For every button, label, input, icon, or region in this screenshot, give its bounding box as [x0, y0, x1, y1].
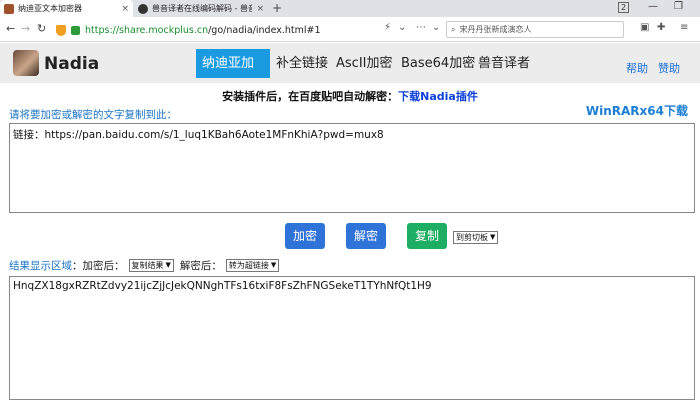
shield-icon	[56, 24, 66, 36]
puzzle-icon[interactable]: ✚	[657, 22, 665, 33]
after-encrypt-label: ：加密后：	[72, 259, 125, 272]
after-encrypt-select[interactable]: 复制结果 ▼	[128, 258, 174, 272]
new-tab-button[interactable]: +	[272, 1, 282, 15]
nav-tab-complete-link[interactable]: 补全链接	[270, 49, 334, 78]
close-tab-icon[interactable]: ×	[256, 4, 264, 14]
tab-title: 纳迪亚文本加密器	[18, 4, 82, 13]
nav-tab-ascii-encrypt[interactable]: AscII加密	[330, 49, 398, 78]
result-output[interactable]: HnqZX18gxRZRtZdvy21ijcZjJcJekQNNghTFs16t…	[9, 276, 695, 400]
back-icon[interactable]: ←	[6, 22, 15, 35]
tab-title: 兽音译者在线编码解码 - 兽音…	[152, 4, 253, 13]
url-field[interactable]: https://share.mockplus.cn /go/nadia/inde…	[56, 22, 424, 38]
lightning-icon[interactable]: ⚡	[384, 22, 391, 33]
copy-target-value: 到剪切板	[456, 233, 488, 242]
nav-tab-nadia-encrypt[interactable]: 纳迪亚加密	[196, 49, 270, 100]
browser-tab-bar: 纳迪亚文本加密器 × 兽音译者在线编码解码 - 兽音… × + 2 — ❐	[0, 0, 700, 17]
tab-shouyin[interactable]: 兽音译者在线编码解码 - 兽音… ×	[134, 0, 268, 17]
chevron-down-icon[interactable]: ⌄	[432, 22, 440, 33]
nav-tab-base64-encrypt[interactable]: Base64加密	[395, 49, 481, 78]
site-favicon-icon	[4, 3, 14, 14]
after-encrypt-value: 复制结果	[131, 260, 164, 270]
after-decrypt-value: 转为超链接	[228, 260, 269, 270]
tab-count-badge[interactable]: 2	[618, 2, 630, 13]
extensions-icon[interactable]: ▣	[640, 22, 649, 33]
chevron-down-icon: ▼	[270, 260, 277, 269]
source-text-input[interactable]: 链接：https://pan.baidu.com/s/1_luq1KBah6Ao…	[9, 123, 695, 213]
search-box[interactable]: ⌕ 宋丹丹张新成演恋人	[446, 21, 624, 38]
notice-text: 安装插件后，在百度贴吧自动解密：	[222, 90, 399, 103]
after-decrypt-select[interactable]: 转为超链接 ▼	[225, 258, 280, 272]
sponsor-link[interactable]: 赞助	[658, 60, 680, 76]
result-options-row: 结果显示区域 ：加密后： 复制结果 ▼ 解密后： 转为超链接 ▼	[9, 258, 280, 272]
menu-icon[interactable]: ≡	[680, 22, 688, 33]
nav-tab-beast-translator[interactable]: 兽音译者	[472, 49, 536, 78]
logo-avatar	[13, 50, 39, 76]
download-plugin-link[interactable]: 下载Nadia插件	[398, 90, 478, 103]
reload-icon[interactable]: ↻	[37, 22, 46, 35]
tab-nadia[interactable]: 纳迪亚文本加密器 ×	[0, 0, 133, 17]
copy-button[interactable]: 复制	[407, 223, 447, 249]
after-decrypt-label: 解密后：	[179, 259, 222, 272]
address-toolbar: ← → ↻ https://share.mockplus.cn /go/nadi…	[0, 17, 700, 42]
minimize-button[interactable]: —	[648, 1, 658, 12]
more-icon[interactable]: ⋯	[416, 22, 426, 33]
maximize-button[interactable]: ❐	[674, 1, 683, 12]
site-header: Nadia 纳迪亚加密 补全链接 AscII加密 Base64加密 兽音译者 帮…	[0, 43, 700, 100]
input-prompt: 请将要加密或解密的文字复制到此：	[9, 109, 177, 121]
decrypt-button[interactable]: 解密	[346, 223, 386, 249]
encrypt-button[interactable]: 加密	[285, 223, 325, 249]
logo-text: Nadia	[44, 54, 100, 74]
result-area-label: 结果显示区域	[9, 259, 72, 272]
forward-icon[interactable]: →	[21, 22, 30, 35]
chevron-down-icon: ▼	[490, 233, 496, 241]
dropdown-icon[interactable]: ⌄	[398, 22, 406, 33]
url-host: https://share.mockplus.cn	[85, 24, 209, 36]
url-path: /go/nadia/index.html#1	[208, 24, 321, 36]
close-tab-icon[interactable]: ×	[121, 4, 129, 14]
lock-icon	[71, 25, 80, 35]
search-icon: ⌕	[451, 24, 456, 34]
search-placeholder: 宋丹丹张新成演恋人	[459, 25, 532, 34]
help-link[interactable]: 帮助	[626, 60, 648, 76]
copy-target-select[interactable]: 到剪切板 ▼	[453, 231, 499, 244]
site-favicon-icon	[138, 3, 148, 14]
winrar-download-link[interactable]: WinRARx64下载	[586, 102, 688, 119]
chevron-down-icon: ▼	[165, 260, 171, 269]
